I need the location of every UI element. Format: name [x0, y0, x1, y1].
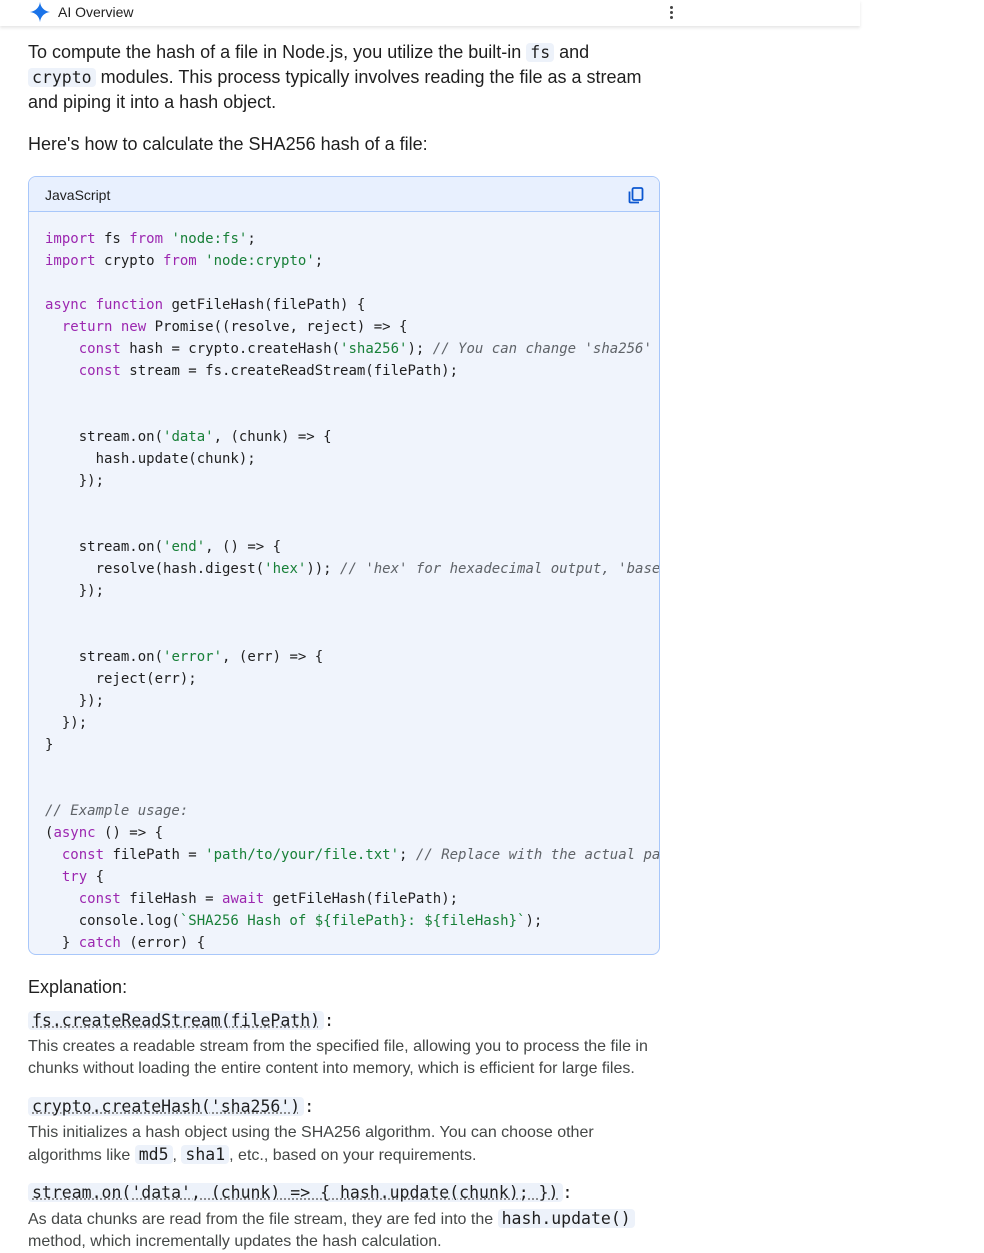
inline-code-sha1: sha1 — [181, 1145, 230, 1164]
code-line: } — [45, 737, 54, 753]
sparkle-icon — [29, 1, 51, 23]
ai-overview-header: AI Overview — [0, 0, 860, 26]
code-line: import crypto from 'node:crypto'; — [45, 253, 324, 269]
explanation-item-code: stream.on('data', (chunk) => { hash.upda… — [28, 1181, 572, 1205]
explanation-item-desc: This initializes a hash object using the… — [28, 1122, 668, 1167]
desc-text: algorithms like — [28, 1147, 135, 1164]
intro-text: and — [554, 42, 590, 62]
code-block-header: JavaScript — [29, 177, 659, 212]
intro-text: modules. This process typically involves… — [95, 67, 642, 87]
explanation-item-code: crypto.createHash('sha256'): — [28, 1095, 314, 1119]
code-line: stream.on('end', () => { — [45, 539, 282, 555]
desc-text: This creates a readable stream from the … — [28, 1038, 648, 1055]
code-block: JavaScript import fs from 'node:fs'; impo… — [28, 176, 660, 955]
code-line: } catch (error) { — [45, 935, 206, 951]
code-line: // Example usage: — [45, 803, 189, 819]
code-line: }); — [45, 693, 105, 709]
inline-code-md5: md5 — [134, 1145, 173, 1164]
code-content: import fs from 'node:fs'; import crypto f… — [45, 228, 659, 955]
code-line: const fileHash = await getFileHash(fileP… — [78, 891, 459, 907]
intro-text: To compute the hash of a file in Node.js… — [28, 42, 527, 62]
code-line: console.error(`Error calculating hash: $… — [45, 954, 659, 955]
code-line: }); — [45, 473, 105, 489]
inline-code-crypto: crypto — [28, 68, 96, 87]
more-options-button[interactable] — [664, 4, 678, 22]
code-line: stream.on('data', (chunk) => { — [45, 429, 332, 445]
copy-icon[interactable] — [627, 186, 645, 204]
code-line: }); — [45, 715, 88, 731]
desc-text: , etc., based on your requirements. — [229, 1147, 477, 1164]
code-line: import fs from 'node:fs'; — [45, 231, 256, 247]
code-line: stream.on('error', (err) => { — [45, 649, 324, 665]
intro-text: and piping it into a hash object. — [28, 92, 277, 112]
ai-overview-title: AI Overview — [58, 4, 134, 20]
code-line: (async () => { — [45, 825, 164, 841]
inline-code-hash-update: hash.update() — [497, 1209, 635, 1228]
explanation-item-code: fs.createReadStream(filePath): — [28, 1009, 334, 1033]
code-line: return new Promise((resolve, reject) => … — [61, 319, 408, 335]
explanation-item-desc: This creates a readable stream from the … — [28, 1036, 668, 1080]
desc-text: chunks without loading the entire conten… — [28, 1060, 635, 1077]
code-line: hash.update(chunk); — [45, 451, 256, 467]
code-language-label: JavaScript — [45, 187, 111, 203]
code-line: console.log(`SHA256 Hash of ${filePath}:… — [45, 913, 543, 929]
code-line: resolve(hash.digest('hex')); // 'hex' fo… — [45, 561, 659, 577]
explanation-title: Explanation: — [28, 977, 128, 997]
explanation-code-1: fs.createReadStream(filePath) — [28, 1011, 325, 1030]
code-line: const filePath = 'path/to/your/file.txt'… — [61, 847, 659, 863]
code-line: reject(err); — [45, 671, 197, 687]
code-line: }); — [45, 583, 105, 599]
code-line: try { — [61, 869, 105, 885]
code-line: const hash = crypto.createHash('sha256')… — [78, 341, 652, 357]
desc-text: As data chunks are read from the file st… — [28, 1211, 498, 1228]
explanation-item-desc: As data chunks are read from the file st… — [28, 1208, 668, 1253]
desc-text: method, which incrementally updates the … — [28, 1233, 442, 1250]
inline-code-fs: fs — [526, 43, 555, 62]
explanation-code-3: stream.on('data', (chunk) => { hash.upda… — [28, 1183, 563, 1202]
intro-paragraph: To compute the hash of a file in Node.js… — [28, 40, 668, 114]
explanation-code-2: crypto.createHash('sha256') — [28, 1097, 305, 1116]
code-line: const stream = fs.createReadStream(fileP… — [78, 363, 459, 379]
more-vert-icon — [669, 6, 673, 9]
desc-text: This initializes a hash object using the… — [28, 1124, 594, 1141]
intro-subheading: Here's how to calculate the SHA256 hash … — [28, 134, 428, 154]
code-line: async function getFileHash(filePath) { — [45, 297, 366, 313]
